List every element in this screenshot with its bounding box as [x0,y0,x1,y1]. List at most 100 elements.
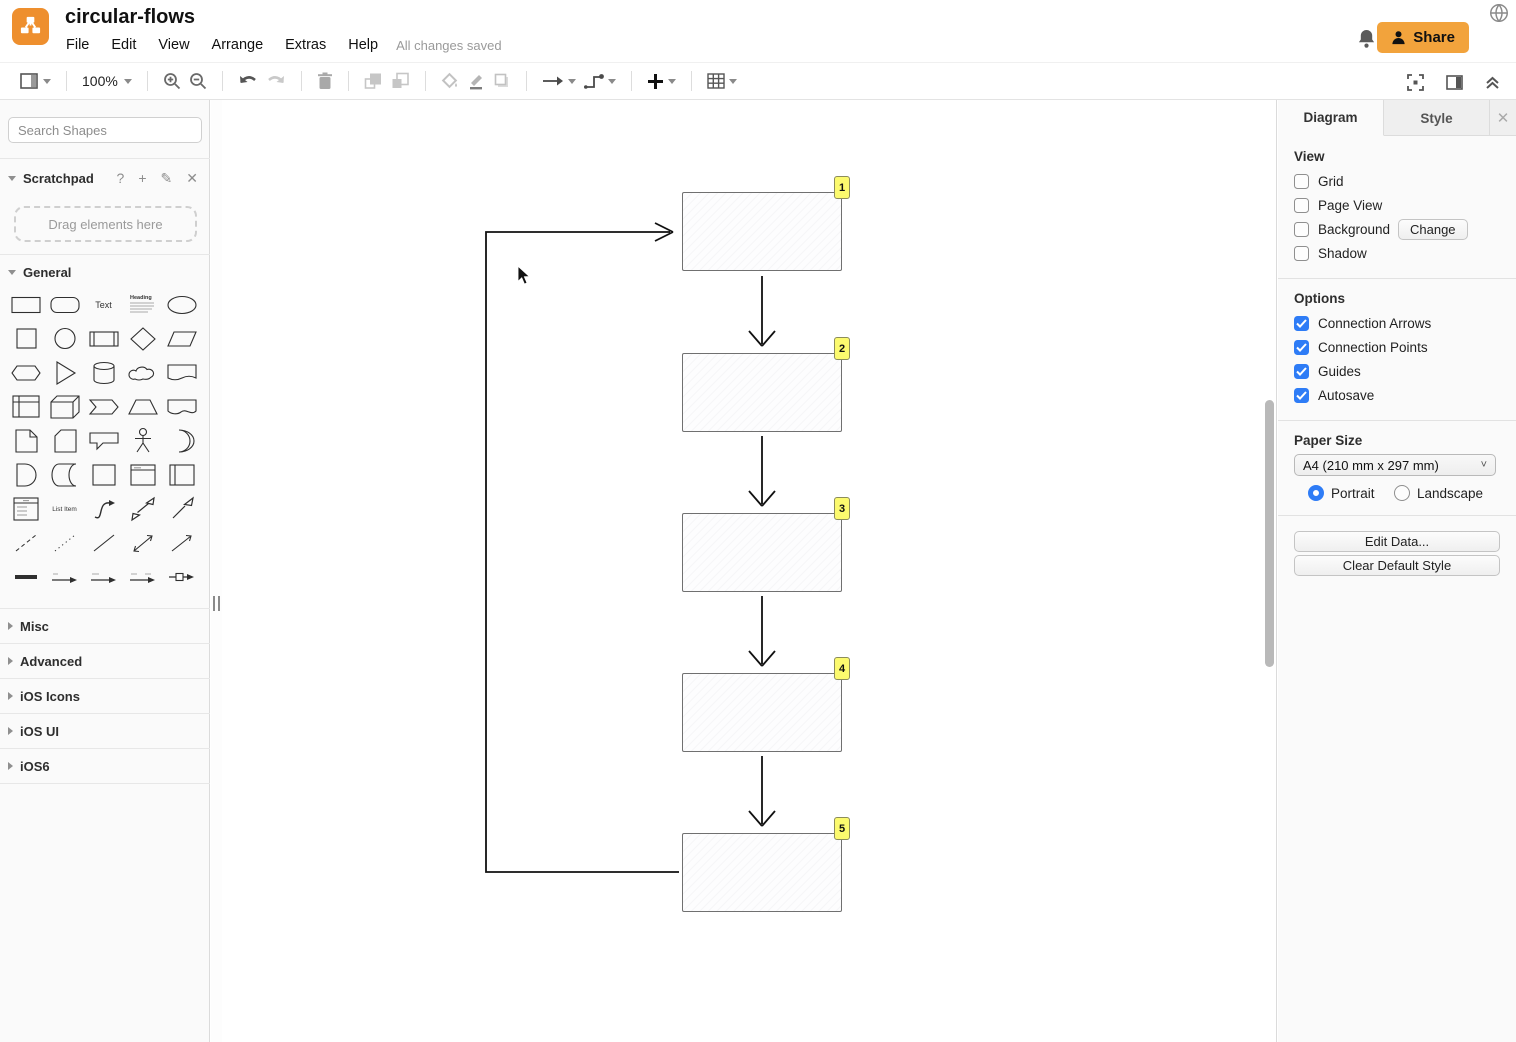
node-badge[interactable]: 1 [834,176,850,199]
insert-dropdown[interactable] [643,67,680,95]
shape-rounded-rectangle[interactable] [45,288,84,322]
shape-data-storage[interactable] [45,458,84,492]
table-dropdown[interactable] [703,67,741,95]
shape-rectangle[interactable] [6,288,45,322]
flow-node-4[interactable] [682,673,842,752]
share-button[interactable]: Share [1377,22,1469,53]
shape-bidirectional-connector[interactable] [123,526,162,560]
zoom-level-dropdown[interactable]: 100% [78,67,136,95]
radio-portrait[interactable]: Portrait [1308,485,1375,501]
fullscreen-button[interactable] [1403,68,1428,96]
to-back-button[interactable] [387,67,414,95]
shape-list-item[interactable]: List Item [45,492,84,526]
undo-button[interactable] [234,67,262,95]
shape-internal-storage[interactable] [6,390,45,424]
shape-list[interactable] [6,492,45,526]
flow-node-5[interactable] [682,833,842,912]
shape-connector-with-symbol[interactable] [162,560,201,594]
shape-document[interactable] [162,356,201,390]
format-panel-toggle-button[interactable] [1442,68,1467,96]
checkbox-page-view[interactable]: Page View [1294,198,1382,213]
section-general[interactable]: General [0,260,210,284]
flow-node-3[interactable] [682,513,842,592]
checkbox-autosave[interactable]: Autosave [1294,388,1374,403]
checkbox-shadow[interactable]: Shadow [1294,246,1367,261]
shape-text[interactable]: Text [84,288,123,322]
shape-step[interactable] [84,390,123,424]
menu-help[interactable]: Help [348,37,378,53]
shape-or[interactable] [162,424,201,458]
shape-dotted-line[interactable] [45,526,84,560]
node-badge[interactable]: 5 [834,817,850,840]
shape-process[interactable] [84,322,123,356]
shape-arrow[interactable] [162,492,201,526]
shape-cloud[interactable] [123,356,162,390]
node-badge[interactable]: 2 [834,337,850,360]
scratchpad-help-icon[interactable]: ? [117,171,125,185]
shape-and[interactable] [6,458,45,492]
shape-trapezoid[interactable] [123,390,162,424]
section-ios-icons[interactable]: iOS Icons [0,684,210,708]
to-front-button[interactable] [360,67,387,95]
zoom-out-button[interactable] [185,67,211,95]
scratchpad-close-icon[interactable]: ✕ [186,171,198,185]
shape-labeled-connector[interactable] [45,560,84,594]
scratchpad-section-header[interactable]: Scratchpad ? + ✎ ✕ [0,166,210,190]
collapse-toolbar-button[interactable] [1481,68,1504,96]
tab-diagram[interactable]: Diagram [1278,100,1384,136]
shape-heading-textbox[interactable]: Heading [123,288,162,322]
checkbox-background[interactable]: Background [1294,222,1390,237]
shape-square[interactable] [6,322,45,356]
checkbox-grid[interactable]: Grid [1294,174,1344,189]
document-title[interactable]: circular-flows [65,6,195,29]
delete-button[interactable] [313,67,337,95]
canvas-vertical-scrollbar[interactable] [1265,400,1274,667]
shape-circle[interactable] [45,322,84,356]
shape-labeled-connector-3[interactable] [123,560,162,594]
flow-node-2[interactable] [682,353,842,432]
paper-size-select[interactable]: A4 (210 mm x 297 mm) ˅ [1294,454,1496,476]
node-badge[interactable]: 3 [834,497,850,520]
tab-style[interactable]: Style [1384,100,1490,136]
shape-tape[interactable] [162,390,201,424]
shape-parallelogram[interactable] [162,322,201,356]
zoom-in-button[interactable] [159,67,185,95]
menu-edit[interactable]: Edit [111,37,136,53]
menu-view[interactable]: View [158,37,189,53]
section-advanced[interactable]: Advanced [0,649,210,673]
fill-color-button[interactable] [437,67,463,95]
checkbox-connection-arrows[interactable]: Connection Arrows [1294,316,1431,331]
section-ios6[interactable]: iOS6 [0,754,210,778]
shape-dashed-line[interactable] [6,526,45,560]
radio-landscape[interactable]: Landscape [1394,485,1483,501]
scratchpad-edit-icon[interactable]: ✎ [161,171,173,185]
shape-line[interactable] [84,526,123,560]
shape-triangle[interactable] [45,356,84,390]
scratchpad-add-icon[interactable]: + [138,171,146,185]
shape-note[interactable] [6,424,45,458]
redo-button[interactable] [262,67,290,95]
checkbox-connection-points[interactable]: Connection Points [1294,340,1428,355]
page-view-toggle-button[interactable] [16,67,55,95]
shape-diamond[interactable] [123,322,162,356]
change-background-button[interactable]: Change [1398,219,1468,240]
notifications-bell-icon[interactable] [1357,28,1376,49]
edit-data-button[interactable]: Edit Data... [1294,531,1500,552]
shape-cube[interactable] [45,390,84,424]
panel-close-icon[interactable]: ✕ [1490,100,1516,135]
shadow-button[interactable] [489,67,515,95]
menu-arrange[interactable]: Arrange [212,37,264,53]
shape-link[interactable] [6,560,45,594]
checkbox-guides[interactable]: Guides [1294,364,1361,379]
diagram-canvas[interactable]: 1 2 3 4 5 [222,100,1277,1042]
node-badge[interactable]: 4 [834,657,850,680]
shape-labeled-connector-2[interactable] [84,560,123,594]
line-color-button[interactable] [463,67,489,95]
shape-hexagon[interactable] [6,356,45,390]
sidebar-resize-handle[interactable] [213,596,220,611]
shape-vertical-container[interactable] [123,458,162,492]
language-globe-icon[interactable] [1488,2,1510,24]
shape-actor[interactable] [123,424,162,458]
connection-style-dropdown[interactable] [538,67,580,95]
shape-curve[interactable] [84,492,123,526]
